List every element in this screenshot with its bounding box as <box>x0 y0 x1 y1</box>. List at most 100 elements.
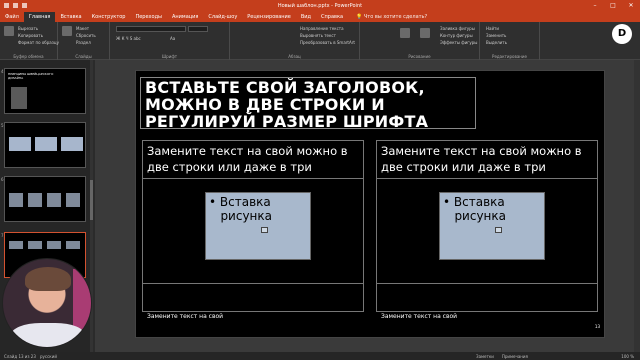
picture-placeholder[interactable]: • Вставка рисунка <box>205 192 311 260</box>
maximize-icon[interactable]: □ <box>604 0 622 12</box>
tab-view[interactable]: Вид <box>296 12 316 22</box>
thumbnail-placeholder <box>66 241 80 249</box>
column-footer-box[interactable] <box>143 283 363 313</box>
copy-button[interactable]: Копировать <box>18 33 43 38</box>
text-direction-button[interactable]: Направление текста <box>300 26 344 31</box>
thumbnail-number: 5 <box>1 123 4 128</box>
status-bar: Слайд 13 из 23 русский Заметки Примечани… <box>0 352 640 360</box>
ribbon-tabs: Файл Главная Вставка Конструктор Переход… <box>0 12 640 22</box>
new-slide-icon[interactable] <box>62 26 72 36</box>
slide[interactable]: ВСТАВЬТЕ СВОЙ ЗАГОЛОВОК, МОЖНО В ДВЕ СТР… <box>135 70 605 338</box>
layout-button[interactable]: Макет <box>76 26 89 31</box>
font-style-buttons[interactable]: Ж К Ч S abc <box>116 36 141 41</box>
slide-title-placeholder[interactable]: ВСТАВЬТЕ СВОЙ ЗАГОЛОВОК, МОЖНО В ДВЕ СТР… <box>140 77 476 130</box>
change-case-button[interactable]: Аа <box>170 36 175 41</box>
webcam-overlay <box>2 258 92 348</box>
thumbnail-placeholder <box>61 137 83 151</box>
thumbnail-placeholder <box>28 241 42 249</box>
tab-file[interactable]: Файл <box>0 12 24 22</box>
scrollbar-thumb[interactable] <box>90 180 93 220</box>
minimize-icon[interactable]: – <box>586 0 604 12</box>
picture-icon[interactable] <box>261 227 268 233</box>
thumbnail-placeholder <box>9 137 31 151</box>
group-slides: Макет Сбросить Раздел Слайды <box>58 22 110 60</box>
font-name-input[interactable] <box>116 26 186 32</box>
group-drawing: Заливка фигуры Контур фигуры Эффекты фиг… <box>360 22 480 60</box>
tab-slideshow[interactable]: Слайд-шоу <box>203 12 242 22</box>
group-label: Абзац <box>288 54 301 59</box>
shape-outline-button[interactable]: Контур фигуры <box>440 33 473 38</box>
slide-thumbnail[interactable]: 6 <box>1 176 86 222</box>
tab-animations[interactable]: Анимация <box>167 12 203 22</box>
title-bar: Новый шаблон.pptx - PowerPoint – □ ✕ <box>0 0 640 12</box>
group-paragraph: Направление текста Выровнять текст Преоб… <box>230 22 360 60</box>
status-actions: Заметки Примечания <box>476 354 528 359</box>
cut-button[interactable]: Вырезать <box>18 26 38 31</box>
window-controls: – □ ✕ <box>586 0 640 12</box>
shape-effects-button[interactable]: Эффекты фигуры <box>440 40 477 45</box>
thumbnail-placeholder <box>66 193 80 207</box>
thumbnail-number: 7 <box>1 233 4 238</box>
format-painter-button[interactable]: Формат по образцу <box>18 40 59 45</box>
column-footer-box[interactable] <box>377 283 597 313</box>
tell-me-search[interactable]: 💡 Что вы хотите сделать? <box>348 14 427 20</box>
zoom-level[interactable]: 100 % <box>621 354 634 359</box>
align-text-button[interactable]: Выровнять текст <box>300 33 336 38</box>
slide-canvas: ВСТАВЬТЕ СВОЙ ЗАГОЛОВОК, МОЖНО В ДВЕ СТР… <box>95 60 640 352</box>
thumbnail-image <box>11 87 27 109</box>
reset-button[interactable]: Сбросить <box>76 33 96 38</box>
thumbnail-number: 4 <box>1 69 4 74</box>
replace-button[interactable]: Заменить <box>486 33 506 38</box>
column-footer-text[interactable]: Замените текст на свой <box>381 313 457 320</box>
thumbnail-placeholder <box>9 241 23 249</box>
webcam-person-shirt <box>11 323 85 347</box>
paste-icon[interactable] <box>4 26 14 36</box>
tab-help[interactable]: Справка <box>316 12 348 22</box>
tab-home[interactable]: Главная <box>23 12 56 22</box>
picture-icon[interactable] <box>495 227 502 233</box>
language-indicator[interactable]: русский <box>40 354 57 359</box>
shape-fill-button[interactable]: Заливка фигуры <box>440 26 475 31</box>
tab-design[interactable]: Конструктор <box>87 12 131 22</box>
slide-number: 13 <box>594 324 600 329</box>
tell-me-label: Что вы хотите сделать? <box>363 14 428 20</box>
slide-thumbnail[interactable]: 5 <box>1 122 86 168</box>
select-button[interactable]: Выделить <box>486 40 507 45</box>
thumbnail-placeholder <box>35 137 57 151</box>
thumbnail-number: 6 <box>1 177 4 182</box>
channel-logo: D <box>612 24 632 44</box>
thumbnail-placeholder <box>9 193 23 207</box>
picture-placeholder[interactable]: • Вставка рисунка <box>439 192 545 260</box>
webcam-background-light <box>73 269 91 329</box>
group-font: Ж К Ч S abc Аа Шрифт <box>110 22 230 60</box>
canvas-scrollbar[interactable] <box>634 60 640 352</box>
thumbnail-placeholder <box>28 193 42 207</box>
window-title: Новый шаблон.pptx - PowerPoint <box>277 3 363 9</box>
column-footer-text[interactable]: Замените текст на свой <box>147 313 223 320</box>
comments-button[interactable]: Примечания <box>502 354 528 359</box>
column-heading[interactable]: Замените текст на свой можно в две строк… <box>377 141 597 179</box>
notes-button[interactable]: Заметки <box>476 354 494 359</box>
thumbnail-placeholder <box>47 193 61 207</box>
tab-insert[interactable]: Вставка <box>55 12 86 22</box>
smartart-button[interactable]: Преобразовать в SmartArt <box>300 40 355 45</box>
column-heading[interactable]: Замените текст на свой можно в две строк… <box>143 141 363 179</box>
group-label: Редактирование <box>492 54 527 59</box>
arrange-icon[interactable] <box>400 28 410 38</box>
quick-styles-icon[interactable] <box>420 28 430 38</box>
thumbnail-title: ПРИНЦИПЫ ШВЕЙЦАРСКОГО ДИЗАЙНА <box>8 72 54 80</box>
font-size-input[interactable] <box>188 26 208 32</box>
content-column-left: Замените текст на свой можно в две строк… <box>142 140 364 320</box>
group-label: Рисование <box>408 54 431 59</box>
close-icon[interactable]: ✕ <box>622 0 640 12</box>
section-button[interactable]: Раздел <box>76 40 91 45</box>
ribbon: Вырезать Копировать Формат по образцу Бу… <box>0 22 640 60</box>
find-button[interactable]: Найти <box>486 26 499 31</box>
picture-placeholder-label: • Вставка рисунка <box>443 195 507 223</box>
tab-review[interactable]: Рецензирование <box>242 12 296 22</box>
lightbulb-icon: 💡 <box>356 14 363 20</box>
slide-thumbnail[interactable]: 4 ПРИНЦИПЫ ШВЕЙЦАРСКОГО ДИЗАЙНА <box>1 68 86 114</box>
slide-counter: Слайд 13 из 23 <box>4 354 36 359</box>
tab-transitions[interactable]: Переходы <box>130 12 167 22</box>
group-label: Буфер обмена <box>13 54 44 59</box>
